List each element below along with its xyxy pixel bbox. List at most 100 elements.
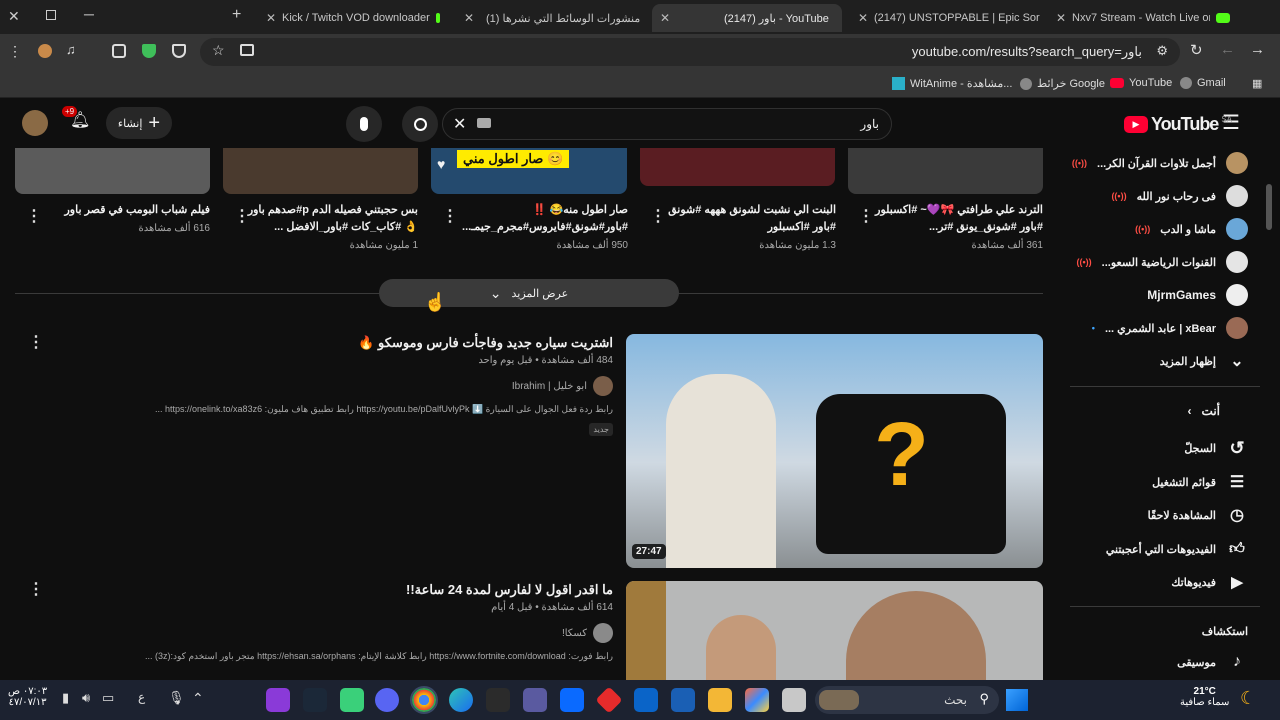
- restore-window-icon[interactable]: [46, 10, 56, 20]
- app-icon[interactable]: [523, 688, 547, 712]
- video-thumbnail[interactable]: [626, 581, 1043, 680]
- short-item[interactable]: الترند علي طرافتي 🎀💜~ #اكسبلور #باور #شو…: [870, 202, 1043, 251]
- taskbar-search[interactable]: ⚲ بحث: [815, 686, 999, 714]
- security-icon[interactable]: [172, 44, 186, 58]
- close-tab-icon[interactable]: ✕: [858, 11, 868, 25]
- more-options-icon[interactable]: ⋮: [234, 206, 250, 226]
- sidebar-item-subscription[interactable]: أجمل تلاوات القرآن الكر... ((•)): [1072, 152, 1248, 174]
- short-thumbnail[interactable]: [640, 148, 835, 186]
- extensions-puzzle-icon[interactable]: [112, 44, 126, 58]
- bookmark-google-maps[interactable]: خرائط Google: [1020, 77, 1105, 90]
- edge-icon[interactable]: [449, 688, 473, 712]
- close-tab-icon[interactable]: ✕: [1056, 11, 1066, 25]
- media-control-icon[interactable]: ♫: [66, 42, 76, 57]
- short-thumbnail[interactable]: [15, 148, 210, 194]
- language-indicator[interactable]: ع: [138, 690, 145, 704]
- more-options-icon[interactable]: ⋮: [442, 206, 458, 226]
- sidebar-item-music[interactable]: ♪ موسيقى: [1177, 651, 1248, 673]
- channel-name[interactable]: ابو خليل | Ibrahim: [512, 381, 587, 392]
- sidebar-item-subscription[interactable]: فى رحاب نور الله ((•)): [1111, 185, 1248, 207]
- sidebar-item-liked-videos[interactable]: 👍︎ الفيديوهات التي أعجبتني: [1106, 538, 1248, 560]
- shield-icon[interactable]: [142, 44, 156, 58]
- volume-icon[interactable]: 🔊︎: [82, 690, 90, 706]
- forward-icon[interactable]: ←: [1220, 41, 1235, 58]
- sidebar-item-playlists[interactable]: ☰ قوائم التشغيل: [1152, 471, 1248, 493]
- keyboard-icon[interactable]: [477, 118, 491, 128]
- bookmark-youtube[interactable]: YouTube: [1110, 77, 1172, 89]
- tab-unstoppable[interactable]: ✕ (2147) UNSTOPPABLE | Epic Sor: [850, 4, 1045, 32]
- back-icon[interactable]: →: [1250, 41, 1265, 58]
- scrollbar[interactable]: [1266, 110, 1272, 670]
- channel-avatar[interactable]: [593, 376, 613, 396]
- copilot-icon[interactable]: [745, 688, 769, 712]
- search-input[interactable]: باور: [860, 117, 879, 131]
- notifications-button[interactable]: 🔔︎ +9: [62, 106, 92, 132]
- video-thumbnail[interactable]: ? 27:47: [626, 334, 1043, 568]
- sidebar-item-your-videos[interactable]: ▶ فيديوهاتك: [1171, 571, 1248, 593]
- address-bar[interactable]: ☆ youtube.com/results?search_query=باور …: [200, 38, 1180, 66]
- sidebar-item-history[interactable]: ↺ السجلّ: [1184, 437, 1248, 459]
- tab-x-posts[interactable]: ✕ (1) منشورات الوسائط التي نشرها 𝕏: [456, 4, 646, 32]
- outlook-icon[interactable]: [634, 688, 658, 712]
- short-thumbnail[interactable]: [848, 148, 1043, 194]
- sidebar-item-subscription[interactable]: ماشا و الدب ((•)): [1135, 218, 1248, 240]
- windows-start-icon[interactable]: [1006, 689, 1028, 711]
- sidebar-item-subscription[interactable]: القنوات الرياضية السعو... ((•)): [1077, 251, 1248, 273]
- close-tab-icon[interactable]: ✕: [660, 11, 670, 25]
- folder-icon[interactable]: [708, 688, 732, 712]
- close-tab-icon[interactable]: ✕: [464, 11, 474, 25]
- create-button[interactable]: إنشاء +: [106, 107, 172, 139]
- short-item[interactable]: بس حجبتني فصيله الدم p#صدهم باور 👌 #كاب_…: [246, 202, 418, 251]
- sidebar-item-subscription[interactable]: xBear | عابد الشمري ... •: [1092, 317, 1248, 339]
- close-tab-icon[interactable]: ✕: [266, 11, 276, 25]
- more-options-icon[interactable]: ⋮: [26, 206, 42, 226]
- weather-widget[interactable]: 21°C سماء صافية: [1180, 686, 1229, 708]
- sidebar-item-watch-later[interactable]: ◷ المشاهدة لاحقًا: [1148, 504, 1248, 526]
- short-title[interactable]: البنت الي نشبت لشونق هههه #شونق #باور #ا…: [664, 202, 836, 236]
- microphone-icon[interactable]: 🎙︎: [168, 690, 185, 706]
- file-explorer-icon[interactable]: [782, 688, 806, 712]
- bookmark-star-icon[interactable]: ☆: [212, 42, 225, 59]
- more-options-icon[interactable]: ⋮: [650, 206, 666, 226]
- sidebar-show-more[interactable]: ⌄ إظهار المزيد: [1160, 350, 1248, 372]
- tab-kick-stream[interactable]: ✕ Nxv7 Stream - Watch Live on Ki: [1048, 4, 1244, 32]
- reload-icon[interactable]: ↻: [1190, 41, 1203, 59]
- tab-kick-downloader[interactable]: ✕ Kick / Twitch VOD downloader: [258, 4, 448, 32]
- short-title[interactable]: بس حجبتني فصيله الدم p#صدهم باور 👌 #كاب_…: [246, 202, 418, 236]
- more-options-icon[interactable]: ⋮: [28, 579, 44, 599]
- install-app-icon[interactable]: [240, 44, 254, 56]
- channel-row[interactable]: كسكا!: [100, 623, 613, 643]
- channel-name[interactable]: كسكا!: [562, 628, 587, 639]
- short-title[interactable]: الترند علي طرافتي 🎀💜~ #اكسبلور #باور #شو…: [870, 202, 1043, 236]
- app-green-icon[interactable]: [340, 688, 364, 712]
- sidebar-item-subscription[interactable]: MjrmGames: [1147, 284, 1248, 306]
- battery-icon[interactable]: ▮: [62, 690, 69, 706]
- more-options-icon[interactable]: ⋮: [858, 206, 874, 226]
- voice-search-button[interactable]: [346, 106, 382, 142]
- chrome-icon[interactable]: [410, 686, 438, 714]
- scrollbar-thumb[interactable]: [1266, 184, 1272, 230]
- clear-search-icon[interactable]: ✕: [453, 114, 466, 134]
- search-box[interactable]: باور ✕: [442, 108, 892, 140]
- steam-icon[interactable]: [303, 688, 327, 712]
- video-title[interactable]: ما اقدر اقول لا لفارس لمدة 24 ساعة!!: [100, 581, 613, 598]
- minimize-window-icon[interactable]: ─: [84, 6, 94, 22]
- more-options-icon[interactable]: ⋮: [28, 332, 44, 352]
- apps-grid-icon[interactable]: ▦: [1252, 77, 1262, 90]
- close-window-icon[interactable]: ✕: [8, 8, 20, 25]
- channel-row[interactable]: ابو خليل | Ibrahim: [100, 376, 613, 396]
- bookmark-gmail[interactable]: Gmail: [1180, 77, 1226, 89]
- youtube-logo[interactable]: ▶ YouTube SA: [1124, 114, 1232, 135]
- short-thumbnail[interactable]: [223, 148, 418, 194]
- channel-avatar[interactable]: [593, 623, 613, 643]
- short-item[interactable]: فيلم شباب البومب في قصر باور 616 ألف مشا…: [38, 202, 211, 234]
- site-settings-icon[interactable]: ⚙: [1156, 43, 1168, 59]
- short-item[interactable]: البنت الي نشبت لشونق هههه #شونق #باور #ا…: [664, 202, 836, 251]
- short-title[interactable]: صار اطول منه😂 ‼️ #باور#شونق#فايروس#مجرم_…: [456, 202, 628, 236]
- discord-icon[interactable]: [375, 688, 399, 712]
- store-icon[interactable]: [671, 688, 695, 712]
- video-title[interactable]: اشتريت سياره جديد وفاجأت فارس وموسكو 🔥: [100, 334, 613, 351]
- chevron-up-icon[interactable]: ⌃: [192, 690, 204, 707]
- short-item[interactable]: صار اطول منه😂 ‼️ #باور#شونق#فايروس#مجرم_…: [456, 202, 628, 251]
- bookmark-witanime[interactable]: WitAnime - مشاهدة...: [892, 77, 1012, 90]
